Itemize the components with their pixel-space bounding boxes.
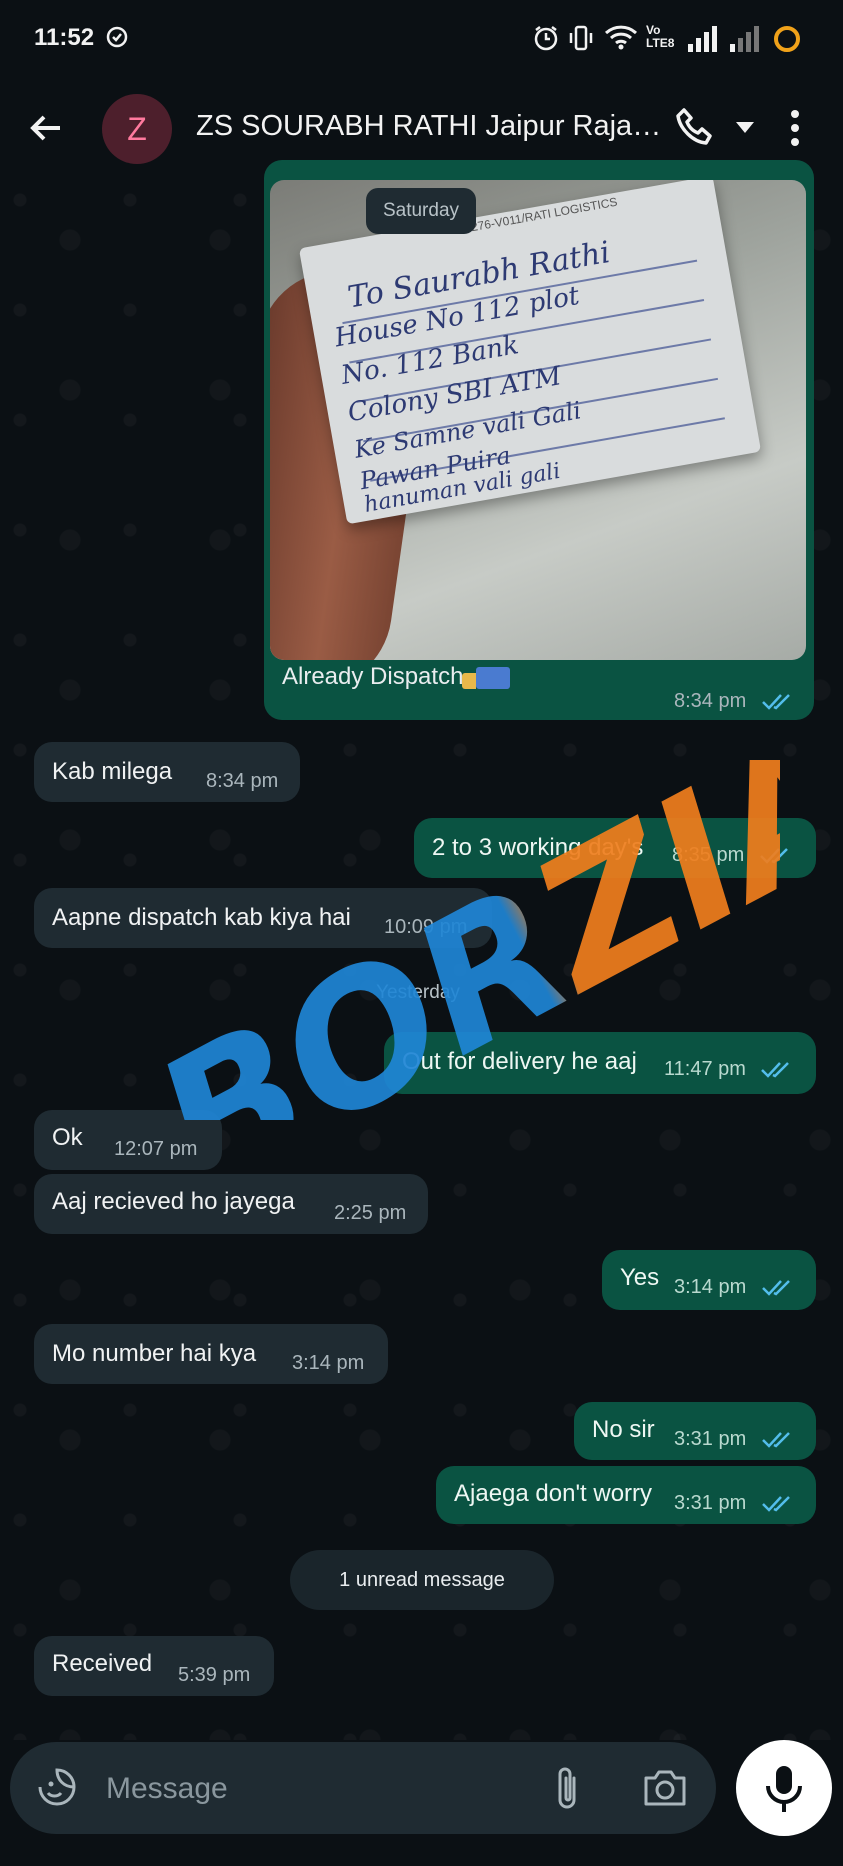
read-ticks-icon (761, 693, 790, 710)
vibrate-icon (568, 24, 594, 57)
message-incoming[interactable]: Mo number hai kya 3:14 pm (34, 1324, 388, 1384)
status-time: 11:52 (34, 24, 95, 51)
message-incoming[interactable]: Kab milega 8:34 pm (34, 742, 300, 802)
message-time: 3:31 pm (674, 1428, 794, 1451)
message-incoming[interactable]: Received 5:39 pm (34, 1636, 274, 1696)
status-bar: 11:52 Vo LTE8 (0, 0, 843, 78)
parcel-label: 30276-V011/RATI LOGISTICS (456, 194, 619, 237)
time-text: 3:31 pm (674, 1428, 747, 1450)
message-time: 8:34 pm (206, 770, 279, 792)
read-ticks-icon (759, 847, 788, 864)
message-outgoing[interactable]: Ajaega don't worry 3:31 pm (436, 1466, 816, 1524)
message-text: Yes (620, 1264, 660, 1291)
message-incoming[interactable]: Aaj recieved ho jayega 2:25 pm (34, 1174, 428, 1234)
signal-icon (686, 24, 722, 57)
message-time: 8:35 pm (672, 844, 792, 867)
contact-name[interactable]: ZS SOURABH RATHI Jaipur Rajas... (196, 110, 666, 143)
read-ticks-icon (761, 1431, 790, 1448)
compose-bar (10, 1742, 716, 1834)
caption-text: Already Dispatch (282, 663, 464, 690)
message-text: Aaj recieved ho jayega (52, 1188, 295, 1215)
message-incoming[interactable]: Ok 12:07 pm (34, 1110, 222, 1170)
message-text: Ok (52, 1124, 83, 1151)
message-text: 2 to 3 working day's (432, 834, 644, 861)
message-time: 12:07 pm (114, 1138, 198, 1160)
read-ticks-icon (761, 1061, 790, 1078)
chevron-down-icon[interactable] (736, 122, 754, 133)
message-text: Aapne dispatch kab kiya hai (52, 904, 351, 931)
message-time: 3:14 pm (292, 1352, 365, 1374)
message-outgoing[interactable]: Yes 3:14 pm (602, 1250, 816, 1310)
sticker-icon[interactable] (36, 1766, 78, 1808)
parcel-shape: 30276-V011/RATI LOGISTICS To Saurabh Rat… (298, 180, 762, 525)
message-input[interactable] (104, 1764, 528, 1814)
message-text: Ajaega don't worry (454, 1480, 653, 1507)
read-ticks-icon (761, 1495, 790, 1512)
message-outgoing[interactable]: No sir 3:31 pm (574, 1402, 816, 1460)
message-time: 10:09 pm (384, 916, 468, 938)
time-text: 8:35 pm (672, 844, 745, 866)
image-caption: Already Dispatch (282, 663, 511, 691)
message-time: 2:25 pm (334, 1202, 407, 1224)
unread-banner: 1 unread message (290, 1550, 554, 1610)
attach-icon[interactable] (550, 1764, 584, 1812)
avatar[interactable]: Z (102, 94, 172, 164)
back-arrow-icon[interactable] (26, 108, 66, 148)
message-text: Kab milega (52, 758, 173, 785)
mic-button[interactable] (736, 1740, 832, 1836)
message-time: 5:39 pm (178, 1664, 251, 1686)
camera-icon[interactable] (642, 1766, 688, 1810)
read-ticks-icon (761, 1279, 790, 1296)
message-incoming[interactable]: Aapne dispatch kab kiya hai 10:09 pm (34, 888, 492, 948)
message-time: 11:47 pm (664, 1058, 793, 1081)
message-outgoing[interactable]: 2 to 3 working day's 8:35 pm (414, 818, 816, 878)
sync-icon (104, 24, 130, 55)
more-options-icon[interactable] (790, 108, 800, 148)
signal-2-icon (728, 24, 762, 57)
volte-label: Vo LTE8 (646, 23, 675, 50)
time-text: 3:31 pm (674, 1492, 747, 1514)
message-text: Mo number hai kya (52, 1340, 257, 1367)
parcel-photo[interactable]: 30276-V011/RATI LOGISTICS To Saurabh Rat… (270, 180, 806, 660)
mic-icon (766, 1766, 802, 1812)
alarm-icon (532, 24, 560, 57)
message-text: Received (52, 1650, 153, 1677)
date-chip-saturday: Saturday (366, 188, 476, 234)
date-chip-yesterday: Yesterday (376, 982, 460, 1003)
message-time: 3:31 pm (674, 1492, 794, 1515)
phone-icon[interactable] (674, 106, 716, 148)
time-text: 11:47 pm (664, 1058, 746, 1080)
message-outgoing[interactable]: Out for delivery he aaj 11:47 pm (384, 1032, 816, 1094)
image-message[interactable]: 30276-V011/RATI LOGISTICS To Saurabh Rat… (264, 160, 814, 720)
truck-emoji-icon (462, 666, 511, 689)
time-text: 8:34 pm (674, 690, 747, 712)
message-text: No sir (592, 1416, 655, 1443)
message-time: 8:34 pm (674, 690, 794, 713)
battery-icon (772, 24, 802, 59)
wifi-icon (604, 24, 638, 55)
message-time: 3:14 pm (674, 1276, 794, 1299)
time-text: 3:14 pm (674, 1276, 747, 1298)
message-text: Out for delivery he aaj (402, 1048, 637, 1075)
